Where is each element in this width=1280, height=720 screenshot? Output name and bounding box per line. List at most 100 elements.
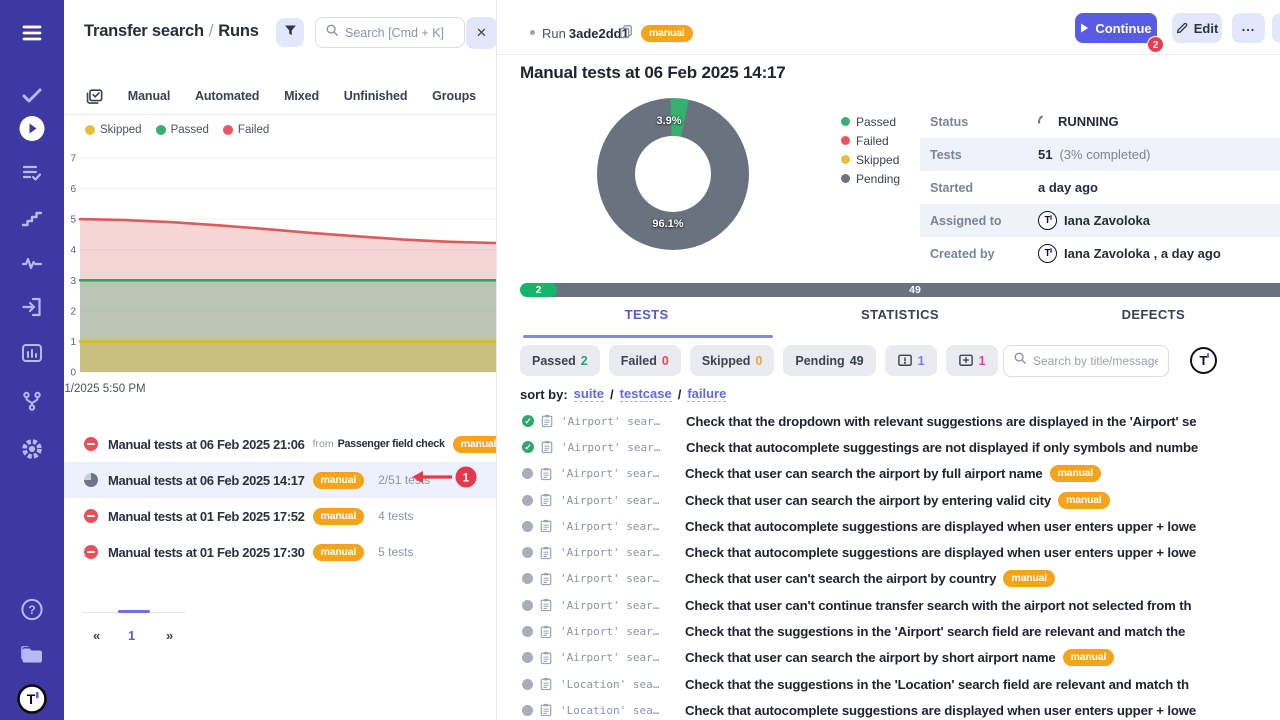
status-filter-chip[interactable]: 1: [885, 345, 937, 376]
filter-button[interactable]: [276, 18, 304, 47]
copy-icon[interactable]: [619, 24, 633, 44]
projects-folder-icon[interactable]: [19, 642, 46, 666]
legend-dot-icon: [85, 125, 95, 135]
sort-link[interactable]: testcase: [620, 386, 672, 402]
settings-gear-icon[interactable]: [19, 436, 45, 462]
analytics-icon[interactable]: [20, 341, 44, 365]
activity-icon[interactable]: [20, 251, 44, 275]
test-row[interactable]: 'Airport' sear… Check that user can sear…: [497, 487, 1280, 513]
run-row[interactable]: Manual tests at 06 Feb 2025 21:06 from P…: [64, 426, 497, 462]
info-row: Tests 51 (3% completed): [920, 138, 1280, 171]
sort-link[interactable]: suite: [574, 386, 604, 402]
sort-link[interactable]: failure: [687, 386, 726, 402]
integrations-branch-icon[interactable]: [20, 389, 44, 413]
chip-count: 49: [850, 354, 864, 368]
info-row: Created by T Iana Zavoloka , a day ago: [920, 237, 1280, 270]
run-detail-tab[interactable]: DEFECTS: [1027, 307, 1280, 322]
runs-tab[interactable]: Unfinished: [344, 89, 408, 103]
runs-tab[interactable]: Automated: [195, 89, 259, 103]
manual-badge: manual: [453, 436, 497, 453]
pencil-icon: [1176, 22, 1188, 34]
runs-tab[interactable]: Groups: [432, 89, 476, 103]
breadcrumb-section[interactable]: Runs: [218, 22, 258, 40]
close-icon: ✕: [476, 25, 487, 41]
test-row[interactable]: 'Airport' sear… Check that autocomplete …: [497, 513, 1280, 539]
breadcrumb-project[interactable]: Transfer search: [84, 22, 204, 40]
test-title: Check that the suggestions in the 'Airpo…: [685, 624, 1185, 639]
test-row[interactable]: 'Location' sea… Check that autocomplete …: [497, 697, 1280, 720]
shared-steps-icon[interactable]: [20, 206, 44, 230]
pagination-page-1[interactable]: 1: [128, 628, 135, 643]
status-filter-chip[interactable]: Skipped 0: [690, 345, 775, 376]
sort-by-label: sort by:: [520, 387, 568, 402]
assignee-avatar-filter[interactable]: T: [1190, 347, 1217, 374]
chart-legend-item[interactable]: Failed: [223, 124, 269, 136]
runs-tab[interactable]: Manual: [128, 89, 170, 103]
help-icon[interactable]: ?: [20, 597, 45, 622]
test-row[interactable]: 'Airport' sear… Check that autocomplete …: [497, 434, 1280, 460]
svg-text:T: T: [27, 691, 36, 707]
legend-dot-icon: [841, 174, 850, 183]
legend-dot-icon: [841, 155, 850, 164]
status-filter-chip[interactable]: 1: [946, 345, 998, 376]
svg-text:7: 7: [70, 154, 76, 165]
run-row[interactable]: Manual tests at 01 Feb 2025 17:52 manual…: [64, 498, 497, 534]
x-axis-tick-label: 01/2025 5:50 PM: [64, 383, 146, 395]
run-tests-count: 4 tests: [378, 509, 413, 523]
runs-search-input[interactable]: [345, 26, 450, 40]
legend-dot-icon: [841, 136, 850, 145]
continue-button[interactable]: Continue: [1075, 13, 1157, 43]
chart-legend-item[interactable]: Passed: [156, 124, 209, 136]
pagination-next-button[interactable]: »: [166, 628, 173, 643]
sign-in-icon[interactable]: [20, 295, 44, 319]
test-suite-name: 'Airport' sear…: [561, 441, 679, 454]
run-source-plan[interactable]: Passenger field check: [338, 438, 445, 450]
test-title: Check that user can search the airport b…: [685, 466, 1043, 481]
test-row[interactable]: 'Location' sea… Check that the suggestio…: [497, 671, 1280, 697]
status-filter-chip[interactable]: Passed 2: [520, 345, 600, 376]
run-progress-bar: 2 49: [520, 283, 1280, 297]
run-detail-tab[interactable]: STATISTICS: [773, 307, 1026, 322]
test-plans-icon[interactable]: [20, 161, 44, 185]
user-avatar[interactable]: T: [17, 684, 47, 714]
progress-pending-segment: 49: [550, 283, 1280, 297]
status-filter-chip[interactable]: Pending 49: [783, 345, 875, 376]
info-row: Assigned to T Iana Zavoloka: [920, 204, 1280, 237]
test-row[interactable]: 'Airport' sear… Check that user can't se…: [497, 566, 1280, 592]
edit-button[interactable]: Edit: [1172, 13, 1222, 43]
pagination-prev-button[interactable]: «: [93, 628, 100, 643]
test-row[interactable]: 'Airport' sear… Check that the dropdown …: [497, 408, 1280, 434]
sort-links: suite/testcase/failure: [574, 386, 727, 402]
sort-separator: /: [678, 387, 682, 402]
test-row[interactable]: 'Airport' sear… Check that autocomplete …: [497, 539, 1280, 565]
run-row[interactable]: Manual tests at 01 Feb 2025 17:30 manual…: [64, 534, 497, 570]
test-title: Check that user can't continue transfer …: [685, 598, 1191, 613]
runs-play-icon[interactable]: [19, 115, 46, 142]
select-all-icon[interactable]: [85, 87, 103, 106]
more-actions-button[interactable]: ...: [1232, 13, 1265, 43]
run-detail-tab[interactable]: TESTS: [520, 307, 773, 322]
menu-icon[interactable]: [19, 21, 45, 45]
test-row[interactable]: 'Airport' sear… Check that user can sear…: [497, 645, 1280, 671]
manual-badge: manual: [313, 544, 365, 561]
close-search-button[interactable]: ✕: [466, 17, 497, 49]
continue-notification-badge: 2: [1147, 36, 1164, 53]
run-title: Manual tests at 06 Feb 2025 21:06: [108, 437, 305, 452]
tests-search-input[interactable]: [1033, 354, 1158, 368]
run-row[interactable]: Manual tests at 06 Feb 2025 14:17 manual…: [64, 462, 497, 498]
tests-check-icon[interactable]: [20, 83, 44, 107]
testcase-clipboard-icon: [541, 414, 553, 428]
user-avatar: T: [1038, 211, 1057, 230]
test-status-filters: Passed 2 Failed 0 Skipped 0: [520, 345, 998, 376]
runs-tab[interactable]: Mixed: [284, 89, 319, 103]
test-status-icon: [522, 705, 533, 716]
testcase-clipboard-icon: [541, 440, 553, 454]
status-filter-chip[interactable]: Failed 0: [609, 345, 681, 376]
test-row[interactable]: 'Airport' sear… Check that user can sear…: [497, 461, 1280, 487]
test-row[interactable]: 'Airport' sear… Check that user can't co…: [497, 592, 1280, 618]
run-info-table: Status RUNNING Tests 51: [920, 105, 1280, 270]
test-status-icon: [522, 415, 534, 427]
chart-legend-item[interactable]: Skipped: [85, 124, 142, 136]
test-row[interactable]: 'Airport' sear… Check that the suggestio…: [497, 618, 1280, 644]
clipped-edge-button[interactable]: [1272, 13, 1280, 43]
